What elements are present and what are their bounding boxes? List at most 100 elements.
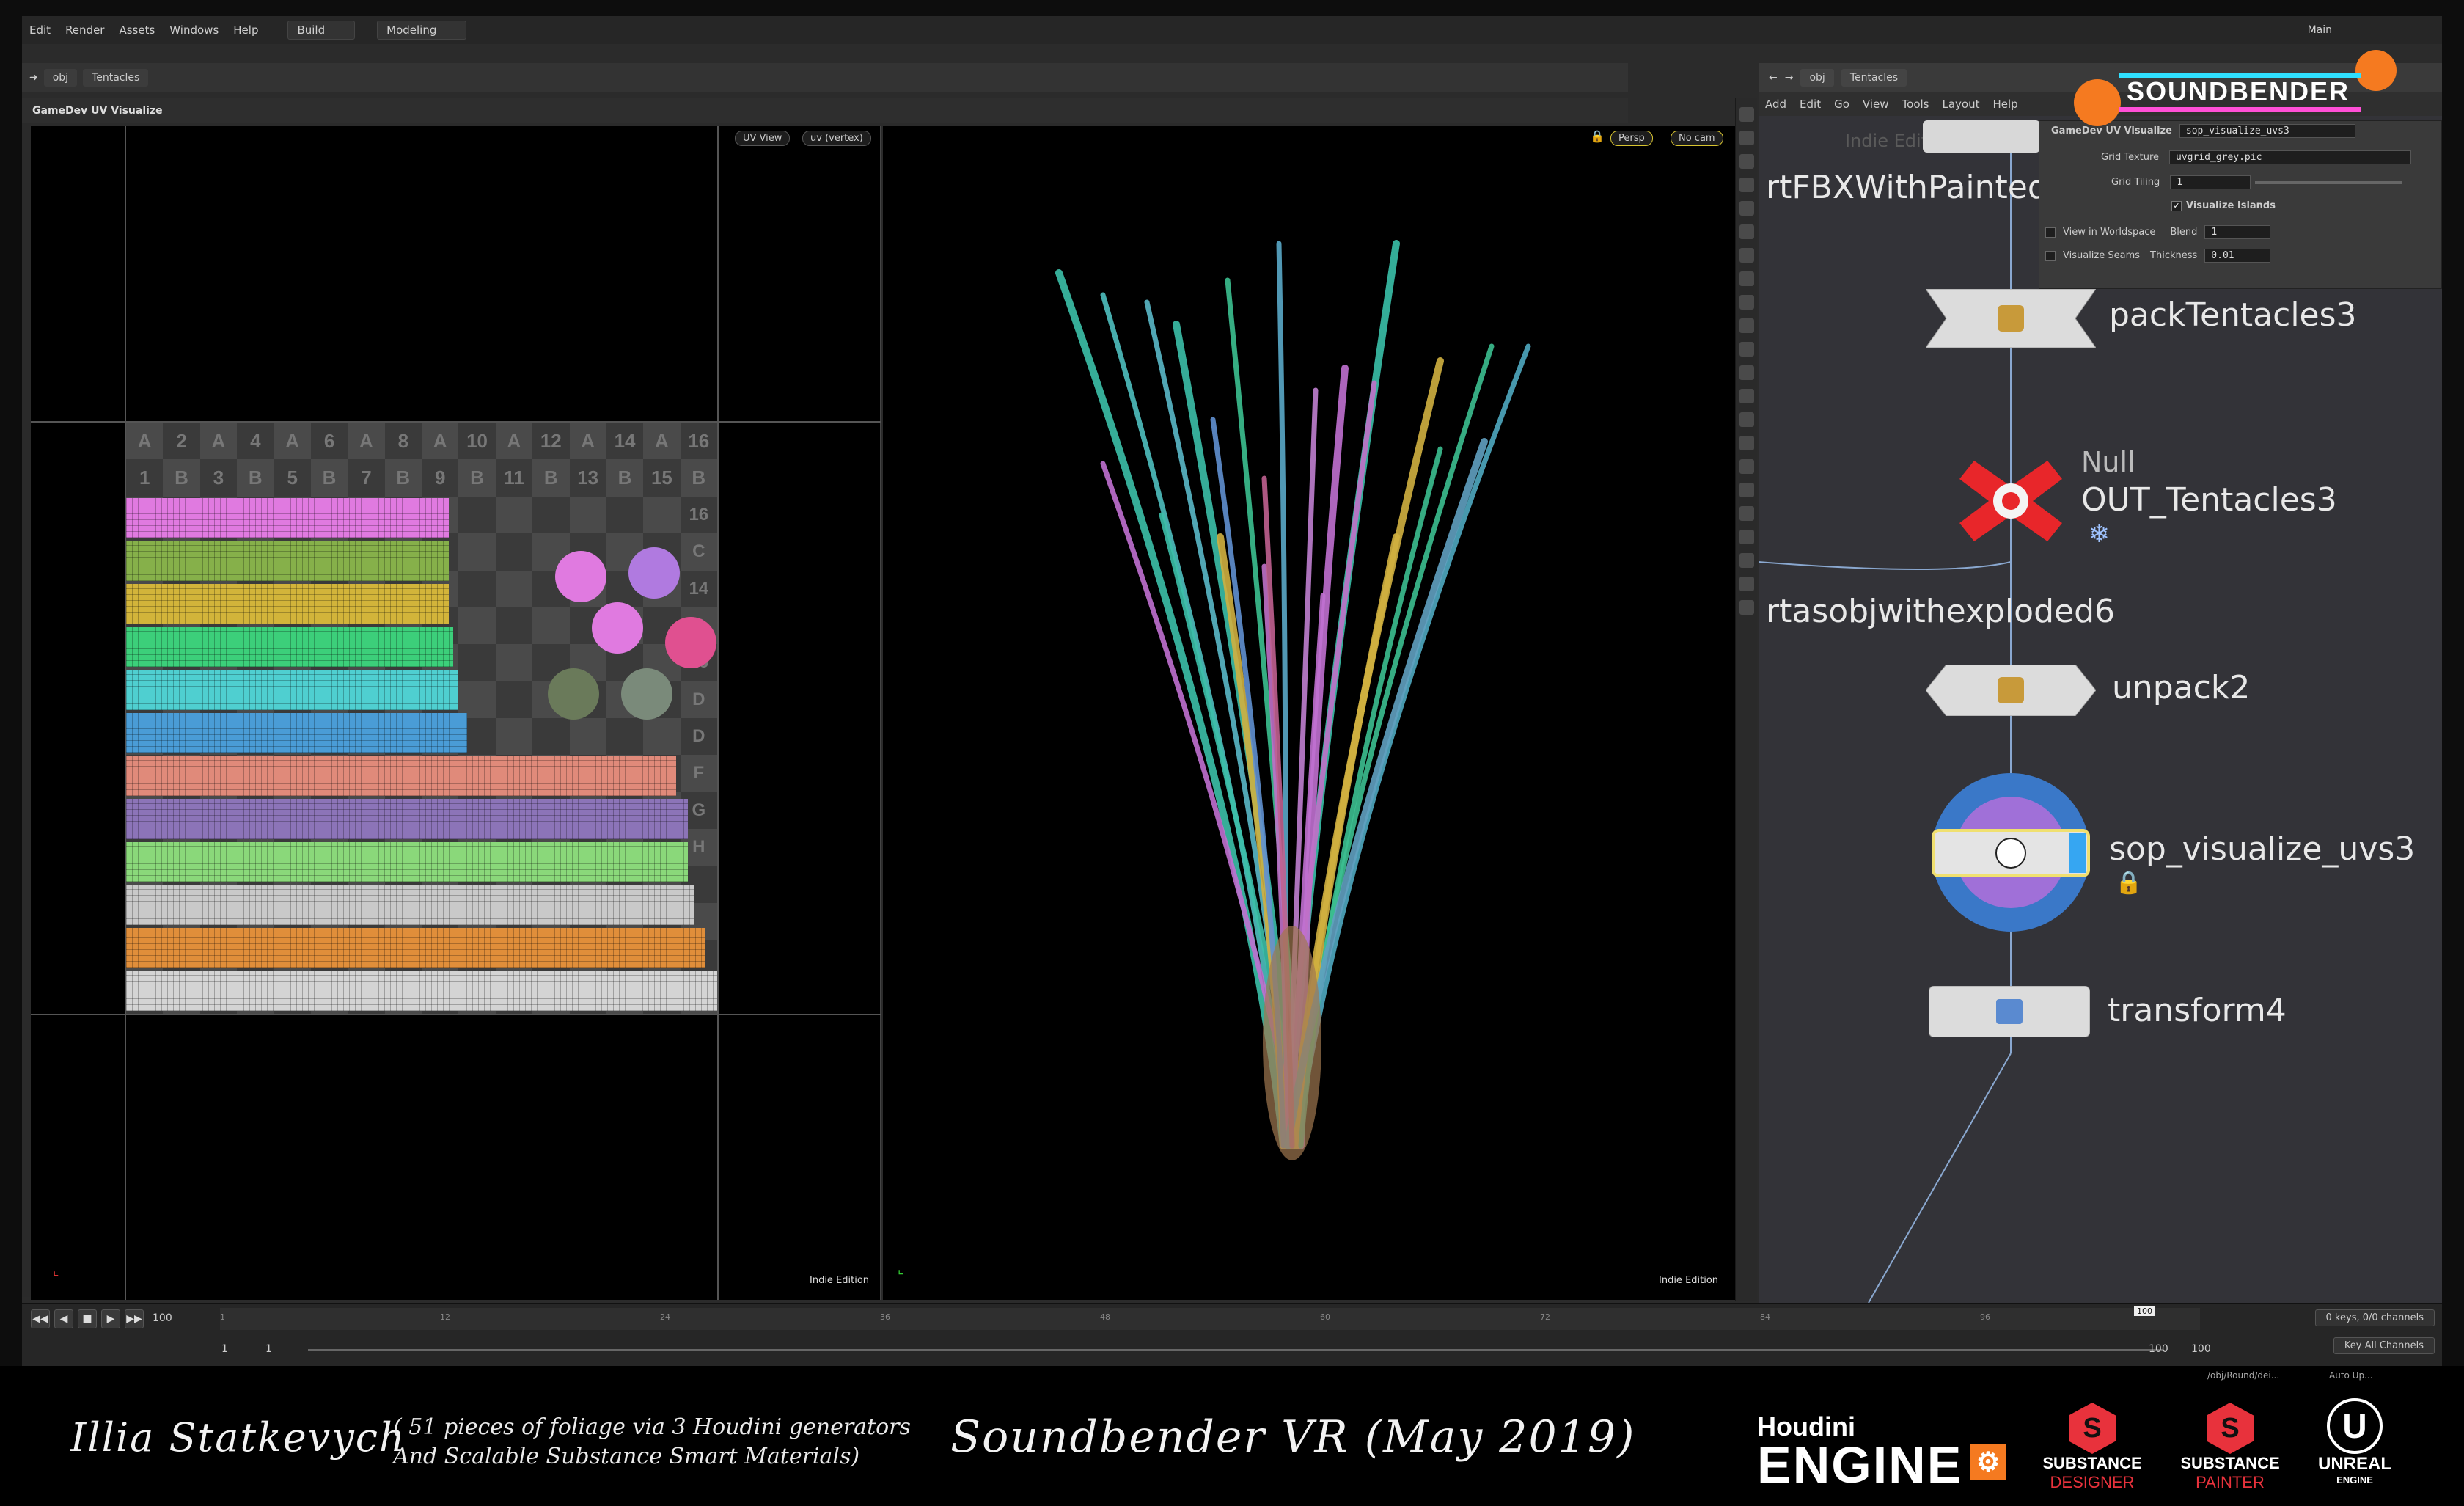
fbx-import-node[interactable]	[1923, 120, 2040, 153]
current-frame-field[interactable]: 100	[153, 1312, 172, 1324]
shelf-select[interactable]: Build	[287, 21, 356, 40]
key-all-channels-button[interactable]: Key All Channels	[2333, 1337, 2435, 1354]
display-option-icon[interactable]	[1739, 107, 1754, 122]
ruler-tick: 12	[440, 1312, 450, 1322]
range-start2-field[interactable]: 1	[265, 1343, 272, 1355]
tab-gamedev-uv-visualize[interactable]: GameDev UV Visualize	[32, 105, 163, 117]
desktop-select[interactable]: Modeling	[377, 21, 467, 40]
back-arrow-icon[interactable]: ➜	[29, 72, 38, 84]
display-option-icon[interactable]	[1739, 131, 1754, 145]
uv-island	[126, 712, 468, 753]
jump-start-button[interactable]: ◀◀	[31, 1309, 50, 1328]
node-lock-icon: 🔒	[2115, 870, 2143, 896]
auto-update-button[interactable]: Auto Up...	[2329, 1370, 2373, 1381]
range-end2-field[interactable]: 100	[2191, 1343, 2211, 1355]
uv-checker-label: A	[285, 430, 300, 452]
ruler-tick: 1	[220, 1312, 225, 1322]
display-option-icon[interactable]	[1739, 295, 1754, 310]
3d-viewport[interactable]: 🔒 Persp No cam ⌞ Indie Edition	[883, 126, 1735, 1300]
menu-assets[interactable]: Assets	[111, 23, 162, 37]
param-blend-field[interactable]: 1	[2204, 225, 2271, 239]
description-line-2: And Scalable Substance Smart Materials)	[393, 1444, 860, 1469]
display-option-icon[interactable]	[1739, 553, 1754, 568]
uv-checker-cell	[643, 718, 681, 756]
display-option-icon[interactable]	[1739, 248, 1754, 263]
uv-island	[126, 927, 705, 968]
unpack-node[interactable]	[1926, 665, 2096, 716]
uv-viewport[interactable]: UV View uv (vertex) A 2 A 4 A 6 A 8 A 10 A 12 A 14 A 16…	[31, 126, 881, 1300]
display-option-icon[interactable]	[1739, 201, 1754, 216]
param-visualize-islands-checkbox[interactable]: ✓	[2171, 200, 2182, 211]
uv-checker-cell	[495, 570, 533, 607]
ruler-tick: 60	[1320, 1312, 1330, 1322]
param-blend-label: Blend	[2170, 227, 2198, 238]
ruler-tick: 96	[1980, 1312, 1990, 1322]
menu-help[interactable]: Help	[226, 23, 265, 37]
param-grid-texture-field[interactable]: uvgrid_grey.pic	[2169, 150, 2412, 164]
substance-designer-logo: S SUBSTANCE DESIGNER	[2037, 1403, 2147, 1492]
substance-designer-bottom: DESIGNER	[2050, 1473, 2135, 1491]
menu-render[interactable]: Render	[58, 23, 111, 37]
uv-attribute-button[interactable]: uv (vertex)	[802, 131, 871, 146]
display-option-icon[interactable]	[1739, 318, 1754, 333]
pack-node[interactable]	[1926, 289, 2096, 348]
uv-view-button[interactable]: UV View	[735, 131, 791, 146]
visualize-node[interactable]	[1930, 772, 2091, 933]
uv-checker-cell	[532, 718, 570, 756]
jump-end-button[interactable]: ▶▶	[125, 1309, 144, 1328]
display-option-icon[interactable]	[1739, 365, 1754, 380]
range-end-field[interactable]: 100	[2149, 1343, 2168, 1355]
param-seams-checkbox[interactable]	[2045, 250, 2056, 261]
display-option-icon[interactable]	[1739, 600, 1754, 615]
uv-checker-label: 3	[213, 467, 224, 489]
param-grid-tiling-field[interactable]: 1	[2170, 175, 2251, 189]
param-thickness-field[interactable]: 0.01	[2204, 249, 2271, 263]
param-grid-tiling-label: Grid Tiling	[2111, 177, 2160, 188]
uv-island	[555, 551, 606, 602]
timeline-ruler[interactable]: 1 12 24 36 48 60 72 84 96 100	[220, 1306, 2200, 1330]
display-option-icon[interactable]	[1739, 389, 1754, 403]
display-option-icon[interactable]	[1739, 530, 1754, 544]
param-grid-tiling-slider[interactable]	[2255, 180, 2402, 184]
display-option-icon[interactable]	[1739, 459, 1754, 474]
range-slider[interactable]	[308, 1349, 2163, 1351]
substance-designer-icon: S	[2069, 1403, 2116, 1454]
display-option-icon[interactable]	[1739, 154, 1754, 169]
path-node[interactable]: Tentacles	[83, 68, 149, 87]
display-option-icon[interactable]	[1739, 271, 1754, 286]
null-node[interactable]	[1952, 453, 2069, 549]
uv-checker-label: 15	[650, 467, 672, 489]
display-option-icon[interactable]	[1739, 224, 1754, 239]
unreal-logo-bottom: ENGINE	[2336, 1474, 2373, 1485]
frame-marker[interactable]: 100	[2134, 1306, 2155, 1316]
uv-island	[126, 841, 688, 882]
left-tool-strip[interactable]	[22, 123, 31, 1297]
soundbender-logo: SOUNDBENDER	[2068, 44, 2405, 132]
display-option-icon[interactable]	[1739, 483, 1754, 497]
stop-button[interactable]: ■	[78, 1309, 97, 1328]
play-forward-button[interactable]: ▶	[101, 1309, 120, 1328]
transform-node[interactable]	[1929, 986, 2090, 1037]
display-option-icon[interactable]	[1739, 342, 1754, 357]
display-option-icon[interactable]	[1739, 506, 1754, 521]
param-worldspace-checkbox[interactable]	[2045, 227, 2056, 238]
uv-checker-label: B	[617, 467, 632, 489]
uv-grid-line	[31, 1014, 881, 1015]
path-context[interactable]: obj	[43, 68, 78, 87]
display-option-icon[interactable]	[1739, 178, 1754, 192]
desktop-main-label[interactable]: Main	[2300, 24, 2339, 36]
uv-checker-label: 14	[614, 430, 636, 452]
display-option-icon[interactable]	[1739, 412, 1754, 427]
play-back-button[interactable]: ◀	[54, 1309, 73, 1328]
uv-island	[126, 583, 450, 624]
display-option-icon[interactable]	[1739, 436, 1754, 450]
display-option-icon[interactable]	[1739, 577, 1754, 591]
range-start-field[interactable]: 1	[221, 1343, 228, 1355]
uv-checker-label: B	[248, 467, 263, 489]
viewport-tab: GameDev UV Visualize	[22, 98, 1628, 123]
menu-windows[interactable]: Windows	[162, 23, 226, 37]
uv-checker-label: 14	[689, 578, 709, 599]
tentacles-mesh	[1055, 240, 1531, 1160]
menu-edit[interactable]: Edit	[22, 23, 58, 37]
uv-checker-cell	[495, 607, 533, 645]
